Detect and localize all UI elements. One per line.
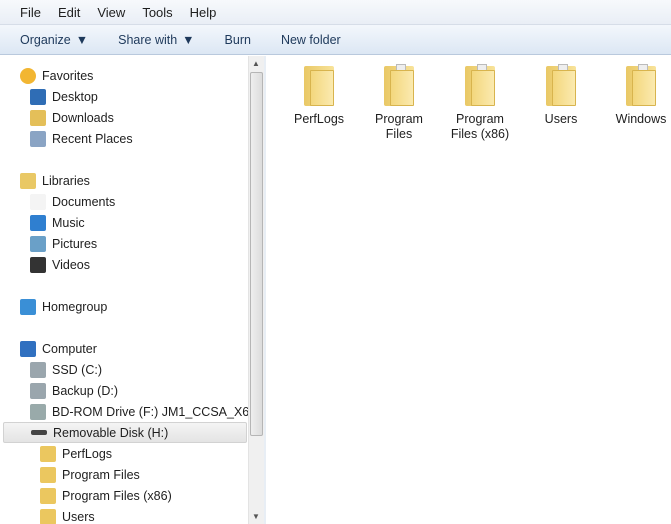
scroll-up-icon[interactable]: ▲ <box>252 59 260 68</box>
music-icon <box>30 214 46 231</box>
nav-item-label: Homegroup <box>42 299 108 314</box>
share-with-button[interactable]: Share with ▼ <box>118 33 194 47</box>
drive-icon <box>30 361 46 378</box>
nav-item[interactable]: Favorites <box>20 65 93 86</box>
libraries-icon <box>20 172 36 189</box>
documents-icon <box>30 193 46 210</box>
nav-item-label: Computer <box>42 341 97 356</box>
folder-item[interactable]: PerfLogs <box>282 62 356 127</box>
nav-item-label: Libraries <box>42 173 90 188</box>
nav-item-label: Program Files <box>62 467 140 482</box>
nav-item-label: Users <box>62 509 95 524</box>
nav-item-label: Removable Disk (H:) <box>53 425 169 440</box>
nav-item-label: Music <box>52 215 85 230</box>
nav-item[interactable]: Libraries <box>20 170 90 191</box>
folder-name: Program <box>456 112 504 126</box>
drive-icon <box>30 382 46 399</box>
menu-edit[interactable]: Edit <box>58 5 80 20</box>
nav-item-label: Desktop <box>52 89 98 104</box>
organize-label: Organize <box>20 32 71 47</box>
menu-help[interactable]: Help <box>190 5 217 20</box>
star-icon <box>20 67 36 84</box>
optical-drive-icon <box>30 403 46 420</box>
nav-item[interactable]: Downloads <box>30 107 114 128</box>
scroll-thumb[interactable] <box>250 72 263 436</box>
computer-icon <box>20 340 36 357</box>
folder-item[interactable]: Users <box>524 62 598 127</box>
pane-divider[interactable] <box>264 56 266 524</box>
organize-button[interactable]: Organize ▼ <box>20 33 88 47</box>
folder-item[interactable]: Program Files <box>362 62 436 142</box>
folder-icon <box>544 62 578 106</box>
folder-icon <box>382 62 416 106</box>
folder-icon <box>624 62 658 106</box>
homegroup-icon <box>20 298 36 315</box>
folder-item[interactable]: Program Files (x86) <box>443 62 517 142</box>
nav-scrollbar[interactable]: ▲ ▼ <box>248 56 264 524</box>
downloads-icon <box>30 109 46 126</box>
nav-item[interactable]: Desktop <box>30 86 98 107</box>
nav-item[interactable]: Music <box>30 212 85 233</box>
nav-item[interactable]: Videos <box>30 254 90 275</box>
nav-item-label: Videos <box>52 257 90 272</box>
nav-item[interactable]: Program Files <box>40 464 140 485</box>
pictures-icon <box>30 235 46 252</box>
folder-name-line2: Files (x86) <box>450 127 510 141</box>
folder-icon <box>40 445 56 462</box>
nav-item[interactable]: Program Files (x86) <box>40 485 172 506</box>
menu-bar: File Edit View Tools Help <box>0 0 671 25</box>
nav-item-label: Documents <box>52 194 116 209</box>
scroll-down-icon[interactable]: ▼ <box>252 512 260 521</box>
folder-name: PerfLogs <box>293 112 345 126</box>
folder-name: Users <box>544 112 578 126</box>
recent-places-icon <box>30 130 46 147</box>
command-bar: Organize ▼ Share with ▼ Burn New folder <box>0 25 671 55</box>
nav-item-label: Downloads <box>52 110 114 125</box>
nav-item[interactable]: Removable Disk (H:) <box>3 422 247 443</box>
folder-item[interactable]: Windows <box>604 62 671 127</box>
nav-item-label: BD-ROM Drive (F:) JM1_CCSA_X64FR <box>52 404 248 419</box>
folder-icon <box>463 62 497 106</box>
nav-item[interactable]: BD-ROM Drive (F:) JM1_CCSA_X64FR <box>30 401 248 422</box>
menu-tools[interactable]: Tools <box>142 5 172 20</box>
menu-view[interactable]: View <box>97 5 125 20</box>
nav-item-label: SSD (C:) <box>52 362 102 377</box>
menu-file[interactable]: File <box>20 5 41 20</box>
folder-icon <box>302 62 336 106</box>
new-folder-button[interactable]: New folder <box>281 33 341 47</box>
nav-item[interactable]: Computer <box>20 338 97 359</box>
folder-icon <box>40 508 56 524</box>
nav-item[interactable]: Pictures <box>30 233 97 254</box>
burn-button[interactable]: Burn <box>225 33 251 47</box>
nav-item-label: Backup (D:) <box>52 383 118 398</box>
navigation-pane: Favorites Desktop Downloads Recent Places Li… <box>0 56 248 524</box>
folder-icon <box>40 466 56 483</box>
nav-item[interactable]: Backup (D:) <box>30 380 118 401</box>
folder-name-line2: Files <box>385 127 413 141</box>
nav-item-label: Recent Places <box>52 131 133 146</box>
nav-item[interactable]: Recent Places <box>30 128 133 149</box>
folder-name: Program <box>375 112 423 126</box>
nav-item[interactable]: Users <box>40 506 95 524</box>
nav-item-label: PerfLogs <box>62 446 113 461</box>
folder-name: Windows <box>615 112 667 126</box>
chevron-down-icon: ▼ <box>75 32 89 47</box>
videos-icon <box>30 256 46 273</box>
nav-item-label: Program Files (x86) <box>62 488 172 503</box>
share-label: Share with <box>118 32 178 47</box>
nav-item-label: Favorites <box>42 68 94 83</box>
desktop-icon <box>30 88 46 105</box>
chevron-down-icon: ▼ <box>182 32 195 47</box>
folder-icon <box>40 487 56 504</box>
nav-item[interactable]: Homegroup <box>20 296 107 317</box>
removable-disk-icon <box>31 430 47 435</box>
nav-item[interactable]: SSD (C:) <box>30 359 102 380</box>
nav-item[interactable]: Documents <box>30 191 115 212</box>
nav-item-label: Pictures <box>52 236 98 251</box>
nav-item[interactable]: PerfLogs <box>40 443 112 464</box>
